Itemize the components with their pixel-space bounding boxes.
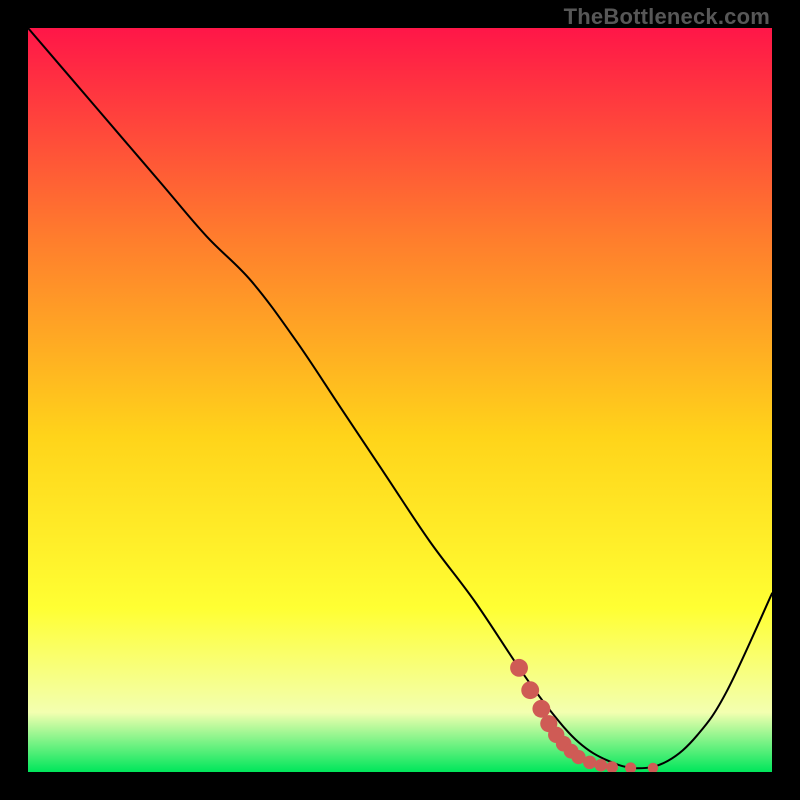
highlight-marker xyxy=(521,681,539,699)
highlight-marker xyxy=(510,659,528,677)
highlight-marker xyxy=(595,759,608,772)
highlight-marker xyxy=(532,700,550,718)
chart-frame xyxy=(28,28,772,772)
gradient-background xyxy=(28,28,772,772)
watermark-text: TheBottleneck.com xyxy=(564,4,770,30)
highlight-marker xyxy=(583,756,596,769)
bottleneck-chart xyxy=(28,28,772,772)
